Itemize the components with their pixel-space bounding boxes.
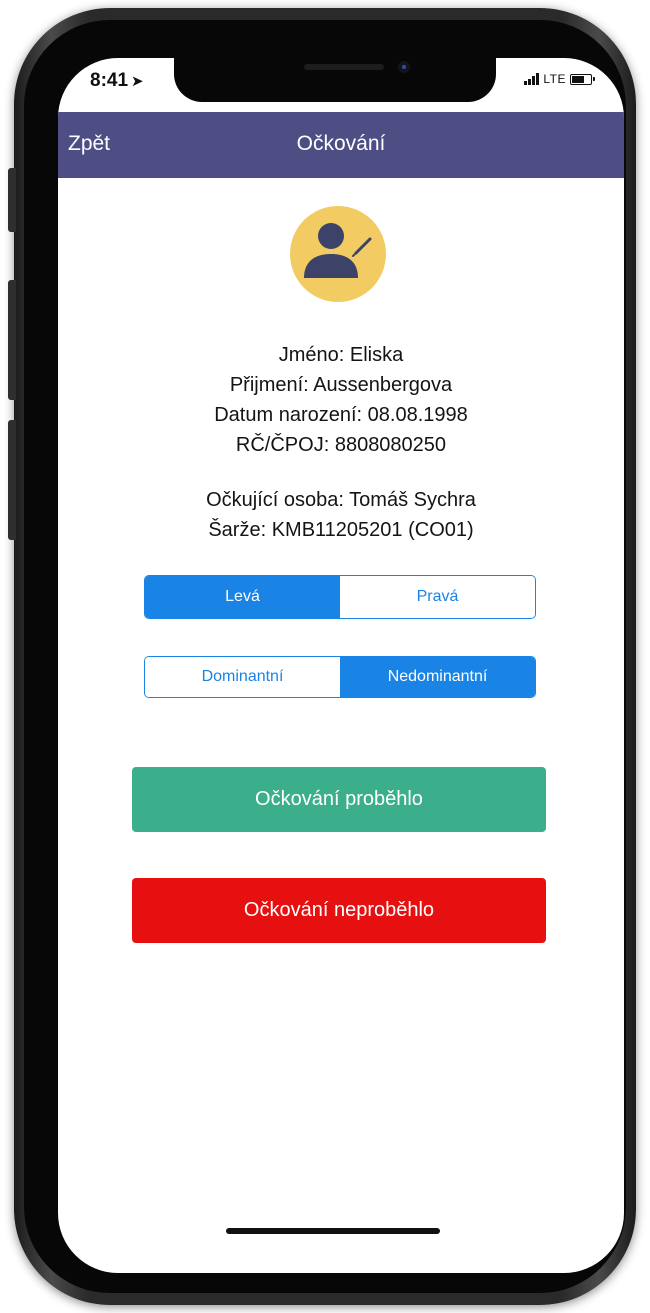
- notch: [174, 58, 496, 102]
- volume-down-button: [8, 420, 16, 540]
- vaccination-done-button[interactable]: Očkování proběhlo: [132, 767, 546, 832]
- segment-right-arm[interactable]: Pravá: [340, 576, 535, 618]
- camera-lens: [402, 65, 406, 69]
- segment-dominant[interactable]: Dominantní: [145, 657, 340, 697]
- patient-last-name: Přijmení: Aussenbergova: [229, 374, 453, 396]
- vaccine-batch: Šarže: KMB11205201 (CO01): [208, 519, 474, 541]
- location-arrow-icon: ➤: [131, 73, 144, 90]
- volume-up-button: [8, 280, 16, 400]
- mute-switch: [8, 168, 16, 232]
- status-time-text: 8:41: [90, 70, 129, 91]
- status-bar-indicators: LTE: [524, 72, 595, 86]
- user-edit-icon: [290, 206, 386, 302]
- navigation-bar: Zpět Očkování: [58, 112, 624, 178]
- segment-non-dominant[interactable]: Nedominantní: [340, 657, 535, 697]
- home-indicator[interactable]: [226, 1228, 440, 1234]
- vaccination-info: Očkující osoba: Tomáš Sychra Šarže: KMB1…: [58, 485, 624, 545]
- signal-icon: [524, 73, 540, 85]
- vaccinator-name: Očkující osoba: Tomáš Sychra: [206, 489, 476, 511]
- patient-info: Jméno: Eliska Přijmení: Aussenbergova Da…: [58, 340, 624, 460]
- patient-first-name: Jméno: Eliska: [278, 344, 404, 366]
- phone-screen: 8:41 ➤ LTE Zpět Očkování Jméno: Eliska Př…: [58, 58, 624, 1273]
- segment-left-arm[interactable]: Levá: [145, 576, 340, 618]
- network-type: LTE: [543, 72, 566, 86]
- battery-icon: [570, 73, 595, 85]
- patient-id-number: RČ/ČPOJ: 8808080250: [235, 434, 447, 456]
- status-bar-time: 8:41 ➤: [90, 70, 144, 92]
- arm-side-selector: Levá Pravá: [144, 575, 536, 619]
- page-title: Očkování: [296, 132, 386, 155]
- arm-dominance-selector: Dominantní Nedominantní: [144, 656, 536, 698]
- vaccination-not-done-button[interactable]: Očkování neproběhlo: [132, 878, 546, 943]
- speaker-grille: [304, 64, 384, 70]
- patient-birth-date: Datum narození: 08.08.1998: [214, 404, 468, 426]
